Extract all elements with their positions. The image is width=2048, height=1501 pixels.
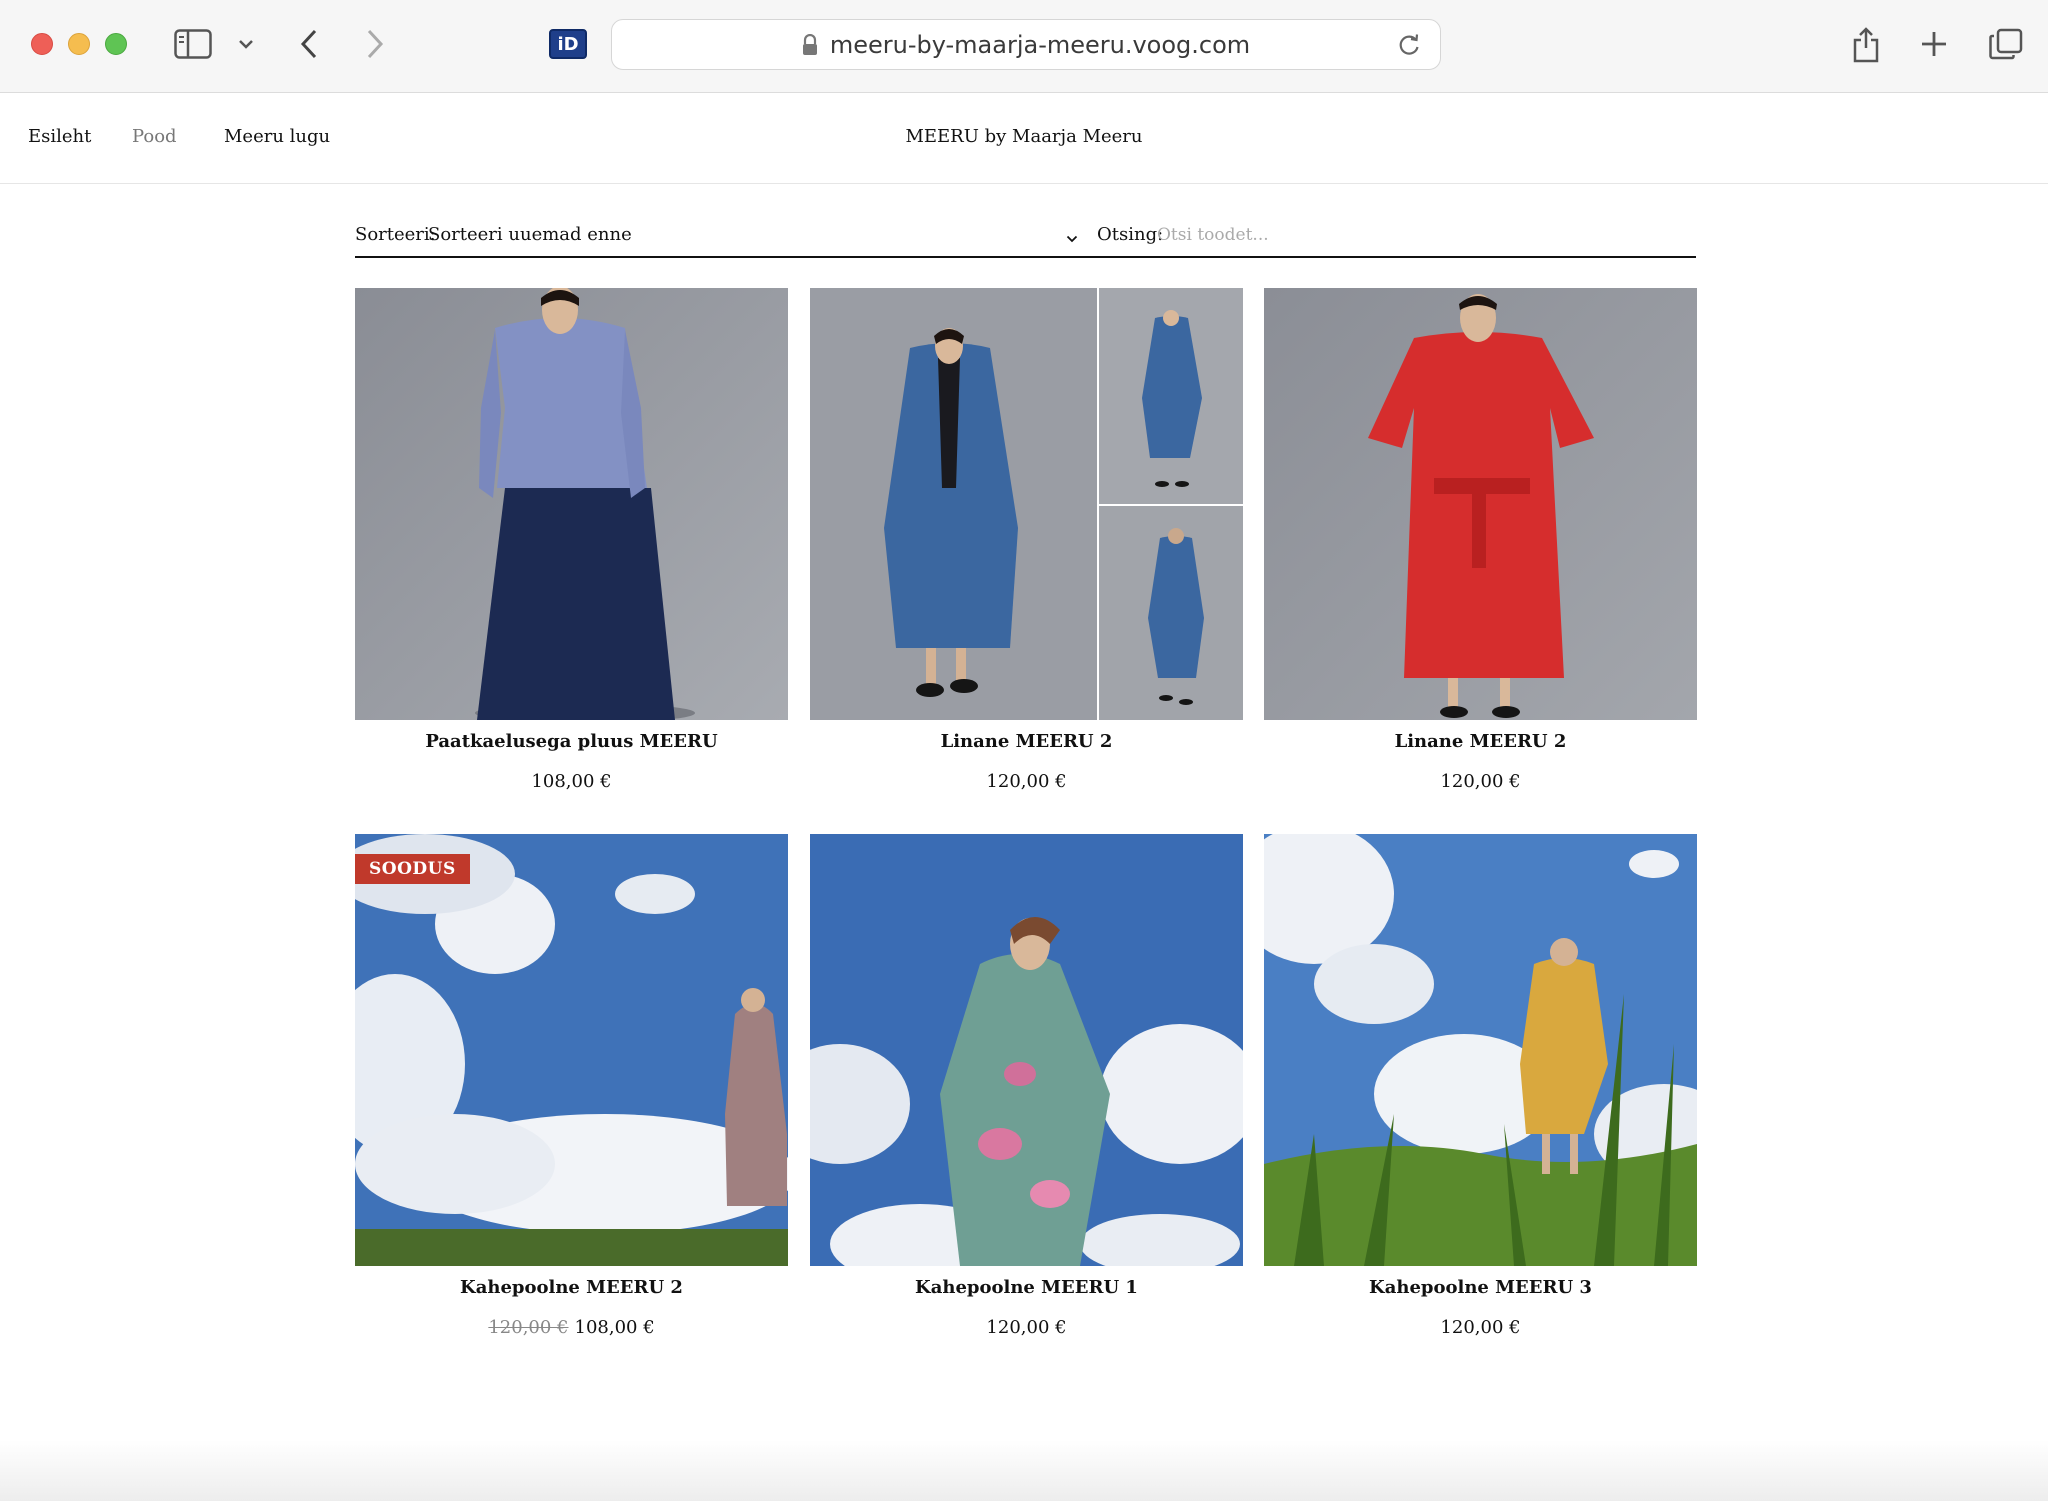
product-price: 120,00 €: [1264, 771, 1697, 792]
site-header: Esileht Pood Meeru lugu MEERU by Maarja …: [0, 94, 2048, 184]
product-price: 108,00 €: [355, 771, 788, 792]
sidebar-icon[interactable]: [174, 28, 212, 60]
lock-icon: [802, 33, 818, 56]
current-price: 120,00 €: [1440, 771, 1521, 792]
product-name[interactable]: Kahepoolne MEERU 1: [810, 1277, 1243, 1298]
chevron-down-icon[interactable]: [236, 32, 256, 56]
id-extension-icon[interactable]: iD: [549, 29, 587, 59]
sale-badge: SOODUS: [355, 854, 470, 884]
share-icon[interactable]: [1851, 24, 1881, 64]
current-price: 120,00 €: [986, 1317, 1067, 1338]
search-input[interactable]: [1157, 220, 1677, 250]
page-bottom-fade: [0, 1440, 2048, 1501]
current-price: 120,00 €: [986, 771, 1067, 792]
chevron-down-icon[interactable]: [1066, 228, 1080, 243]
current-price: 108,00 €: [574, 1317, 655, 1338]
close-window-button[interactable]: [31, 33, 53, 55]
current-price: 120,00 €: [1440, 1317, 1521, 1338]
product-name[interactable]: Linane MEERU 2: [810, 731, 1243, 752]
product-photo[interactable]: [1264, 288, 1697, 720]
new-tab-icon[interactable]: [1918, 28, 1950, 60]
product-name[interactable]: Paatkaelusega pluus MEERU: [355, 731, 788, 752]
forward-arrow-icon[interactable]: [360, 26, 390, 62]
fullscreen-window-button[interactable]: [105, 33, 127, 55]
minimize-window-button[interactable]: [68, 33, 90, 55]
product-price: 120,00 €: [1264, 1317, 1697, 1338]
search-label: Otsing:: [1097, 224, 1164, 245]
product-photo[interactable]: [1264, 834, 1697, 1266]
product-price: 120,00 €: [810, 771, 1243, 792]
product-price: 120,00 €: [810, 1317, 1243, 1338]
site-title[interactable]: MEERU by Maarja Meeru: [0, 126, 2048, 147]
product-photo[interactable]: [355, 288, 788, 720]
product-photo[interactable]: [810, 288, 1243, 720]
product-name[interactable]: Kahepoolne MEERU 2: [355, 1277, 788, 1298]
browser-toolbar: iD meeru-by-maarja-meeru.voog.com: [0, 0, 2048, 93]
sort-select[interactable]: Sorteeri uuemad enne: [428, 224, 632, 245]
product-price: 120,00 €108,00 €: [355, 1317, 788, 1338]
product-photo[interactable]: SOODUS: [355, 834, 788, 1266]
old-price: 120,00 €: [488, 1317, 569, 1338]
filter-bar: Sorteeri: Sorteeri uuemad enne Otsing:: [355, 220, 1696, 258]
address-bar[interactable]: meeru-by-maarja-meeru.voog.com: [611, 19, 1441, 70]
product-name[interactable]: Kahepoolne MEERU 3: [1264, 1277, 1697, 1298]
tab-overview-icon[interactable]: [1988, 27, 2024, 61]
back-arrow-icon[interactable]: [294, 26, 324, 62]
url-text: meeru-by-maarja-meeru.voog.com: [829, 30, 1251, 59]
product-photo[interactable]: [810, 834, 1243, 1266]
sort-label: Sorteeri:: [355, 224, 436, 245]
reload-icon[interactable]: [1396, 32, 1422, 58]
current-price: 108,00 €: [531, 771, 612, 792]
product-name[interactable]: Linane MEERU 2: [1264, 731, 1697, 752]
